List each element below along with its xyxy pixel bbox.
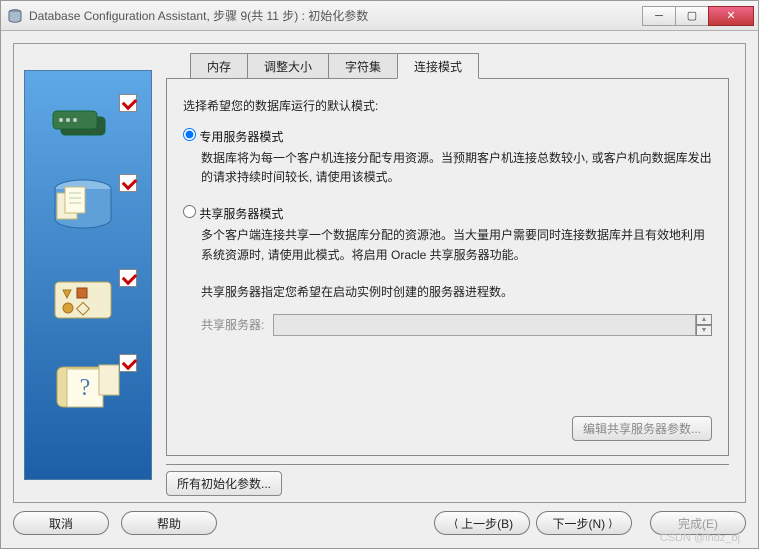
step-icon-1 — [43, 91, 133, 161]
radio-shared-label[interactable]: 共享服务器模式 — [199, 207, 283, 221]
tab-resize[interactable]: 调整大小 — [247, 53, 329, 79]
step-icon-3 — [43, 266, 133, 336]
tab-connection-mode[interactable]: 连接模式 — [397, 53, 479, 79]
window-title: Database Configuration Assistant, 步骤 9(共… — [29, 7, 643, 24]
back-label: 上一步(B) — [461, 515, 513, 532]
client-area: ? 内存 调整大小 字符集 连接模式 选择希望您的数据库运行的默认模式: 专用服… — [1, 31, 758, 548]
all-init-params-button[interactable]: 所有初始化参数... — [166, 471, 282, 496]
shared-server-label: 共享服务器: — [201, 316, 273, 333]
minimize-button[interactable]: ─ — [642, 6, 676, 26]
wizard-content: 内存 调整大小 字符集 连接模式 选择希望您的数据库运行的默认模式: 专用服务器… — [152, 52, 735, 492]
dedicated-description: 数据库将为每一个客户机连接分配专用资源。当预期客户机连接总数较小, 或客户机向数… — [201, 149, 712, 187]
radio-shared-row: 共享服务器模式 — [183, 205, 712, 222]
help-button[interactable]: 帮助 — [121, 511, 217, 535]
radio-shared[interactable] — [183, 205, 196, 218]
cancel-button[interactable]: 取消 — [13, 511, 109, 535]
check-icon — [119, 94, 137, 112]
tab-charset[interactable]: 字符集 — [328, 53, 398, 79]
window-controls: ─ ▢ ✕ — [643, 6, 754, 26]
check-icon — [119, 354, 137, 372]
chevron-right-icon: ⟩ — [608, 517, 612, 530]
svg-text:?: ? — [80, 375, 91, 401]
check-icon — [119, 269, 137, 287]
step-icon-4: ? — [43, 351, 133, 421]
spinner-down-icon: ▼ — [696, 325, 712, 336]
watermark: CSDN @lhdz_bj — [660, 532, 740, 544]
wizard-footer: 取消 帮助 ⟨ 上一步(B) 下一步(N) ⟩ 完成(E) — [13, 511, 746, 535]
next-button[interactable]: 下一步(N) ⟩ — [536, 511, 632, 535]
all-params-area: 所有初始化参数... — [166, 464, 729, 496]
back-button[interactable]: ⟨ 上一步(B) — [434, 511, 530, 535]
wizard-sidebar: ? — [24, 70, 152, 480]
tab-memory[interactable]: 内存 — [190, 53, 248, 79]
radio-dedicated-row: 专用服务器模式 — [183, 128, 712, 145]
check-icon — [119, 174, 137, 192]
shared-description: 多个客户端连接共享一个数据库分配的资源池。当大量用户需要同时连接数据库并且有效地… — [201, 226, 712, 264]
spinner-up-icon: ▲ — [696, 314, 712, 325]
shared-server-spinner: ▲ ▼ — [696, 314, 712, 336]
edit-shared-params-button: 编辑共享服务器参数... — [572, 416, 712, 441]
step-icon-2 — [43, 171, 133, 241]
chevron-left-icon: ⟨ — [454, 517, 458, 530]
radio-dedicated-label[interactable]: 专用服务器模式 — [199, 130, 283, 144]
shared-note: 共享服务器指定您希望在启动实例时创建的服务器进程数。 — [201, 283, 712, 300]
shared-server-row: 共享服务器: ▲ ▼ — [201, 314, 712, 336]
app-icon — [7, 8, 23, 24]
shared-server-input — [273, 314, 696, 336]
next-label: 下一步(N) — [553, 515, 606, 532]
tab-panel-connection-mode: 选择希望您的数据库运行的默认模式: 专用服务器模式 数据库将为每一个客户机连接分… — [166, 78, 729, 456]
panel-intro: 选择希望您的数据库运行的默认模式: — [183, 97, 712, 114]
close-button[interactable]: ✕ — [708, 6, 754, 26]
wizard-panel: ? 内存 调整大小 字符集 连接模式 选择希望您的数据库运行的默认模式: 专用服… — [13, 43, 746, 503]
titlebar: Database Configuration Assistant, 步骤 9(共… — [1, 1, 758, 31]
maximize-button[interactable]: ▢ — [675, 6, 709, 26]
radio-dedicated[interactable] — [183, 128, 196, 141]
tab-bar: 内存 调整大小 字符集 连接模式 — [190, 52, 729, 78]
